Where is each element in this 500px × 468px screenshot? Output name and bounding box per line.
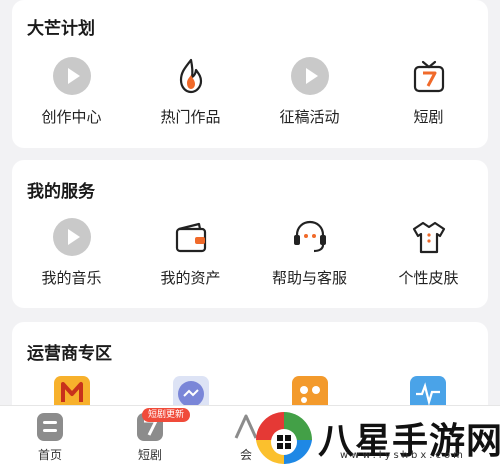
grid-item-label: 我的资产 xyxy=(160,269,221,287)
headset-icon xyxy=(294,220,326,253)
section-title-damang: 大芒计划 xyxy=(27,19,95,39)
tab-label: 短剧 xyxy=(137,448,162,462)
grid-item-label: 帮助与客服 xyxy=(271,269,347,287)
grid-item-creation-center[interactable]: 创作中心 xyxy=(12,56,131,136)
services-grid: 我的音乐 我的资产 帮助与客服 个性皮肤 xyxy=(12,217,488,297)
update-badge: 短剧更新 xyxy=(142,408,191,422)
play-circle-icon xyxy=(53,218,91,256)
operator-app-blue[interactable] xyxy=(410,376,446,406)
grid-item-label: 创作中心 xyxy=(41,108,102,126)
grid-item-short-drama[interactable]: 短剧 xyxy=(369,56,488,136)
grid-item-my-assets[interactable]: 我的资产 xyxy=(131,217,250,297)
grid-item-label: 个性皮肤 xyxy=(398,269,459,287)
card-damang-plan: 大芒计划 创作中心 热门作品 征稿活动 短剧 xyxy=(12,0,488,148)
tab-home[interactable]: 首页 xyxy=(0,406,100,468)
flame-icon xyxy=(179,58,203,94)
tv-seven-icon xyxy=(413,60,445,93)
tab-label: 首页 xyxy=(37,448,62,462)
play-circle-icon xyxy=(53,57,91,95)
grid-item-label: 短剧 xyxy=(413,108,444,126)
tshirt-icon xyxy=(412,221,446,254)
grid-item-submission-events[interactable]: 征稿活动 xyxy=(250,56,369,136)
section-title-services: 我的服务 xyxy=(27,182,95,202)
grid-item-hot-works[interactable]: 热门作品 xyxy=(131,56,250,136)
grid-item-help-support[interactable]: 帮助与客服 xyxy=(250,217,369,297)
play-circle-icon xyxy=(291,57,329,95)
section-title-operator: 运营商专区 xyxy=(27,344,112,364)
grid-item-label: 征稿活动 xyxy=(279,108,340,126)
m-app-icon xyxy=(61,382,83,402)
operator-app-chat[interactable] xyxy=(173,376,209,406)
card-my-services: 我的服务 我的音乐 我的资产 帮助与客服 个性皮肤 xyxy=(12,160,488,308)
grid-item-label: 我的音乐 xyxy=(41,269,102,287)
watermark-logo-icon xyxy=(256,412,312,464)
chat-app-icon xyxy=(178,381,204,406)
damang-grid: 创作中心 热门作品 征稿活动 短剧 xyxy=(12,56,488,136)
blue-app-icon xyxy=(416,382,440,406)
operator-app-orange[interactable] xyxy=(292,376,328,406)
grid-item-skins[interactable]: 个性皮肤 xyxy=(369,217,488,297)
grid-item-label: 热门作品 xyxy=(160,108,221,126)
grid-item-my-music[interactable]: 我的音乐 xyxy=(12,217,131,297)
orange-app-icon xyxy=(300,386,320,403)
watermark-url: www.lyshbx.com xyxy=(340,450,466,461)
wallet-icon xyxy=(175,222,207,253)
operator-app-m[interactable] xyxy=(54,376,90,406)
home-icon xyxy=(37,413,63,441)
